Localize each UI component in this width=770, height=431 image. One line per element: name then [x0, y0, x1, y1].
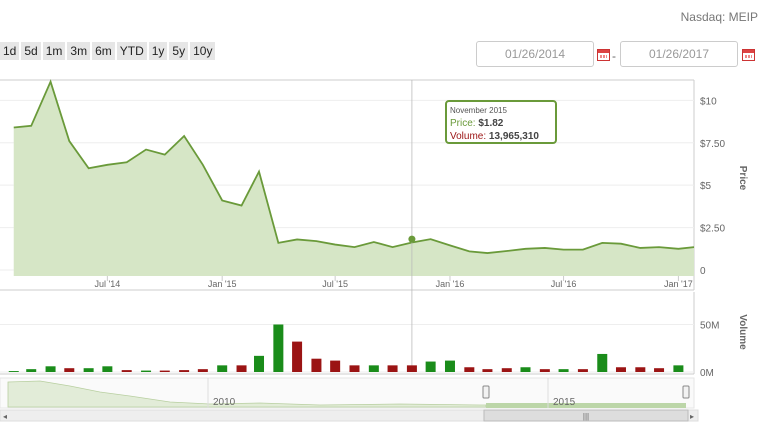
volume-bar [102, 366, 113, 372]
price-axis-title: Price [737, 166, 748, 191]
navigator-handle[interactable] [482, 385, 490, 399]
price-y-tick-label: 0 [700, 266, 706, 277]
volume-bar [597, 353, 608, 372]
volume-bar [83, 368, 94, 372]
volume-series [8, 324, 684, 372]
volume-bar [254, 355, 265, 372]
volume-bar [236, 365, 247, 372]
highlight-point [408, 235, 416, 243]
volume-bar [464, 367, 475, 372]
arrow-left-icon[interactable]: ◂ [3, 412, 7, 421]
navigator-label: 2015 [553, 397, 576, 408]
volume-bar [558, 369, 569, 372]
x-tick-label: Jul '15 [322, 279, 348, 289]
volume-bar [45, 366, 56, 372]
volume-bar [635, 367, 646, 372]
grip-icon: ||| [583, 412, 589, 421]
tooltip-volume-label: Volume: [450, 131, 487, 142]
volume-bar [179, 370, 190, 372]
navigator-label: 2010 [213, 397, 236, 408]
volume-bar [520, 367, 531, 372]
x-tick-label: Jan '17 [664, 279, 693, 289]
x-tick-label: Jan '16 [436, 279, 465, 289]
navigator: 2010 2015 ||| ◂ ▸ [0, 377, 699, 422]
volume-bar [197, 369, 208, 372]
tooltip-volume-value: 13,965,310 [488, 131, 539, 142]
volume-bar [501, 368, 512, 372]
volume-bar [368, 365, 379, 372]
x-tick-label: Jul '16 [551, 279, 577, 289]
volume-y-tick-label: 0M [700, 368, 714, 379]
volume-bar [615, 367, 626, 372]
volume-bar [444, 360, 455, 372]
tooltip-date: November 2015 [450, 106, 507, 115]
volume-bar [8, 371, 19, 372]
volume-bar [425, 361, 436, 372]
volume-bar [311, 358, 322, 372]
price-y-tick-label: $2.50 [700, 224, 725, 235]
navigator-selected-series [486, 403, 686, 408]
volume-bar [273, 324, 284, 372]
price-tooltip: November 2015 Price: $1.82 Volume: 13,96… [445, 100, 557, 144]
volume-bar [64, 368, 75, 372]
volume-bar [387, 365, 398, 372]
volume-y-tick-label: 50M [700, 321, 719, 332]
price-y-tick-label: $5 [700, 181, 712, 192]
volume-bar [292, 341, 303, 372]
volume-bar [121, 370, 132, 372]
navigator-handle[interactable] [682, 385, 690, 399]
volume-bar [349, 365, 360, 372]
stock-chart[interactable]: 0 $2.50 $5 $7.50 $10 0M 50M Jul '14 Jan '15 Jul '… [0, 0, 770, 431]
price-series [13, 79, 695, 372]
tooltip-price-value: $1.82 [478, 118, 504, 129]
x-tick-label: Jan '15 [208, 279, 237, 289]
volume-bar [654, 368, 665, 372]
volume-bar [482, 369, 493, 372]
price-y-tick-label: $7.50 [700, 139, 725, 150]
arrow-right-icon[interactable]: ▸ [690, 412, 694, 421]
volume-bar [141, 370, 152, 372]
volume-bar [26, 369, 37, 372]
volume-bar [217, 365, 228, 372]
x-tick-label: Jul '14 [94, 279, 120, 289]
volume-bar [673, 365, 684, 372]
volume-bar [330, 360, 341, 372]
volume-bar [406, 365, 417, 372]
volume-axis-title: Volume [737, 314, 748, 350]
volume-bar [539, 369, 550, 372]
volume-bar [577, 369, 588, 372]
price-y-tick-label: $10 [700, 96, 717, 107]
tooltip-price-label: Price: [450, 118, 476, 129]
volume-bar [159, 370, 170, 372]
